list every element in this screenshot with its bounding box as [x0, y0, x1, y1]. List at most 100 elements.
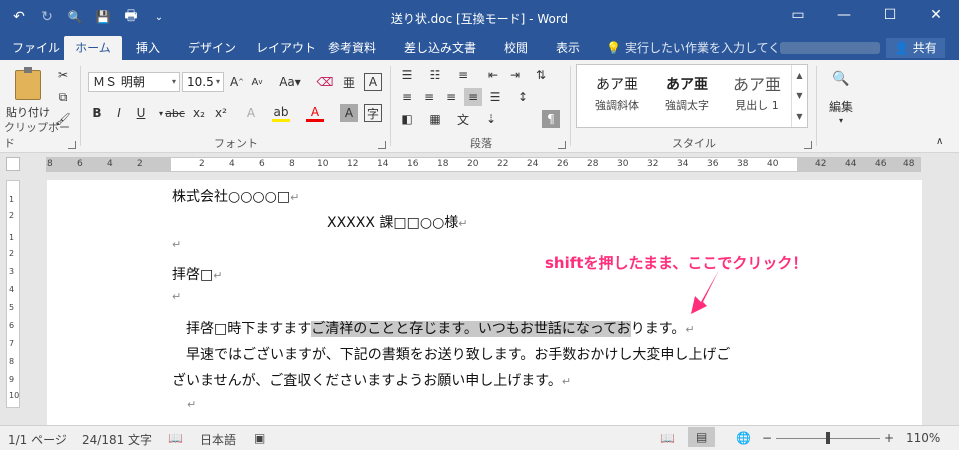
highlight-color-icon[interactable]: ab [272, 104, 290, 122]
close-button[interactable]: ✕ [913, 0, 959, 30]
clear-formatting-icon[interactable]: ⌫ [316, 73, 334, 91]
clipboard-launcher-icon[interactable] [68, 141, 76, 149]
separator [816, 66, 817, 146]
gallery-scroll[interactable]: ▲ ▼ ▼ [791, 65, 807, 127]
doc-line[interactable]: 拝啓□↵ [172, 264, 222, 284]
tab-design[interactable]: デザイン [180, 36, 244, 60]
numbering-icon[interactable]: ☷ [426, 66, 444, 84]
font-color-icon[interactable]: A [306, 104, 324, 122]
line-spacing-icon[interactable]: ↕ [514, 88, 532, 106]
distributed-icon[interactable]: ☰ [486, 88, 504, 106]
web-layout-icon[interactable]: 🌐 [736, 431, 751, 445]
sort-icon[interactable]: ⇅ [532, 66, 550, 84]
maximize-button[interactable]: ☐ [867, 0, 913, 30]
ribbon-display-options-icon[interactable]: ▭ [775, 0, 821, 30]
ruler-tick: 6 [9, 321, 15, 330]
ruler-tick: 34 [677, 159, 689, 169]
enclose-characters-icon[interactable]: A [364, 73, 382, 91]
vertical-ruler[interactable]: 1 2 1 2 3 4 5 6 7 8 9 10 [6, 180, 20, 408]
strikethrough-icon[interactable]: abc [165, 104, 185, 122]
font-launcher-icon[interactable] [378, 141, 386, 149]
tab-file[interactable]: ファイル [4, 36, 68, 60]
read-mode-icon[interactable]: 📖 [660, 431, 675, 445]
shrink-font-icon[interactable]: Av [248, 73, 266, 91]
enclose-char-icon[interactable]: 字 [364, 104, 382, 122]
tab-references[interactable]: 参考資料 [320, 36, 384, 60]
proofing-icon[interactable]: 📖 [168, 431, 183, 445]
line-text: 拝啓□ [172, 267, 214, 283]
increase-indent-icon[interactable]: ⇥ [506, 66, 524, 84]
document-page[interactable]: 株式会社○○○○□↵ XXXXX 課□□○○様↵ ↵ 拝啓□↵ ↵ 拝啓□時下ま… [47, 180, 922, 425]
editing-group[interactable]: 🔍 編集 ▾ [818, 60, 862, 153]
zoom-out-button[interactable]: − [762, 431, 772, 445]
align-left-icon[interactable]: ≡ [398, 88, 416, 106]
page-count[interactable]: 1/1 ページ [8, 431, 67, 448]
share-button[interactable]: 👤 共有 [886, 38, 945, 58]
tab-insert[interactable]: 挿入 [128, 36, 168, 60]
decrease-indent-icon[interactable]: ⇤ [484, 66, 502, 84]
tab-selector[interactable] [6, 157, 20, 171]
multilevel-list-icon[interactable]: ≡ [454, 66, 472, 84]
sort-order-icon[interactable]: ⇣ [482, 110, 500, 128]
doc-line[interactable]: 株式会社○○○○□↵ [172, 186, 299, 206]
zoom-slider-thumb[interactable] [826, 432, 830, 444]
language[interactable]: 日本語 [200, 431, 236, 448]
font-size-select[interactable]: 10.5 ▾ [182, 72, 224, 92]
ruler-tick: 22 [497, 159, 509, 169]
ruler-tick: 30 [617, 159, 629, 169]
tab-home[interactable]: ホーム [64, 36, 122, 60]
macro-icon[interactable]: ▣ [254, 431, 265, 445]
ruler-tick: 10 [9, 391, 20, 400]
doc-line[interactable]: 拝啓□時下ますますご清祥のことと存じます。いつもお世話になっております。↵ [172, 318, 695, 338]
doc-line[interactable]: ざいませんが、ご査収くださいますようお願い申し上げます。↵ [172, 370, 571, 390]
status-bar: 1/1 ページ 24/181 文字 📖 日本語 ▣ 📖 ▤ 🌐 − + 110% [0, 425, 959, 450]
text-effects-icon[interactable]: A [242, 104, 260, 122]
style-emphasis-bold[interactable]: あア亜 強調太字 [653, 73, 721, 121]
paragraph-launcher-icon[interactable] [558, 141, 566, 149]
asian-layout-icon[interactable]: 文 [454, 110, 472, 128]
phonetic-guide-icon[interactable]: 亜 [340, 73, 358, 91]
justify-icon[interactable]: ≡ [464, 88, 482, 106]
ruler-tick: 4 [107, 159, 113, 169]
collapse-ribbon-icon[interactable]: ∧ [936, 136, 943, 147]
style-heading-1[interactable]: あア亜 見出し 1 [723, 73, 791, 121]
print-layout-icon[interactable]: ▤ [688, 427, 716, 447]
align-center-icon[interactable]: ≡ [420, 88, 438, 106]
doc-line[interactable]: XXXXX 課□□○○様↵ [327, 212, 468, 232]
bullets-icon[interactable]: ☰ [398, 66, 416, 84]
style-emphasis-italic[interactable]: あア亜 強調斜体 [583, 73, 651, 121]
copy-icon[interactable]: ⧉ [54, 88, 72, 106]
tab-view[interactable]: 表示 [548, 36, 588, 60]
tab-layout[interactable]: レイアウト [248, 36, 324, 60]
cut-icon[interactable]: ✂ [54, 66, 72, 84]
character-shading-icon[interactable]: A [340, 104, 358, 122]
italic-icon[interactable]: I [110, 104, 128, 122]
borders-icon[interactable]: ▦ [426, 110, 444, 128]
zoom-in-button[interactable]: + [884, 431, 894, 445]
chevron-up-icon[interactable]: ▲ [796, 71, 802, 80]
tell-me-box[interactable]: 💡 実行したい作業を入力してくださ [606, 36, 804, 60]
paragraph-mark: ↵ [685, 323, 695, 336]
subscript-icon[interactable]: x₂ [190, 104, 208, 122]
show-marks-icon[interactable]: ¶ [542, 110, 560, 128]
grow-font-icon[interactable]: A ^ [228, 73, 246, 91]
chevron-down-icon[interactable]: ▼ [796, 91, 802, 100]
align-right-icon[interactable]: ≡ [442, 88, 460, 106]
bold-icon[interactable]: B [88, 104, 106, 122]
paste-button[interactable]: 貼り付け [6, 64, 50, 126]
shading-icon[interactable]: ◧ [398, 110, 416, 128]
doc-line[interactable]: 早速ではございますが、下記の書類をお送り致します。お手数おかけし大変申し上げご [172, 344, 730, 364]
font-name-select[interactable]: ＭＳ 明朝 ▾ [88, 72, 180, 92]
zoom-level[interactable]: 110% [906, 431, 940, 445]
underline-icon[interactable]: U [132, 104, 150, 122]
superscript-icon[interactable]: x² [212, 104, 230, 122]
tab-review[interactable]: 校閲 [496, 36, 536, 60]
minimize-button[interactable]: — [821, 0, 867, 30]
horizontal-ruler[interactable]: 8 6 4 2 2 4 6 8 10 12 14 16 18 20 22 24 … [46, 157, 921, 172]
word-count[interactable]: 24/181 文字 [82, 431, 152, 448]
change-case-icon[interactable]: Aa▾ [276, 73, 304, 91]
gallery-more-icon[interactable]: ▼ [796, 112, 802, 121]
styles-launcher-icon[interactable] [804, 141, 812, 149]
ruler-tick: 44 [845, 159, 857, 169]
tab-mailings[interactable]: 差し込み文書 [396, 36, 484, 60]
